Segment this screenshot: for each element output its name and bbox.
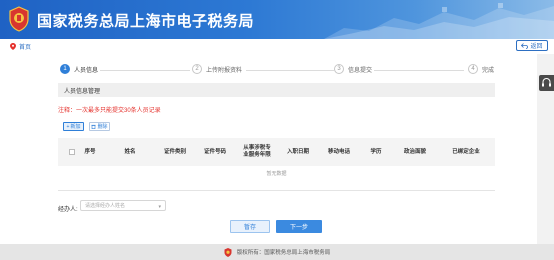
main-content: 1 人员信息 2 上传附报资料 3 信息提交 4 完成 人员信息管理 注释：一次… xyxy=(0,54,537,240)
add-button[interactable]: + 新加 xyxy=(63,122,84,131)
col-service-years: 从事涉税专业服务年限 xyxy=(243,145,271,158)
col-id-number: 证件号码 xyxy=(203,149,226,155)
breadcrumb: 首页 返回 xyxy=(0,39,554,54)
headset-icon xyxy=(542,77,551,87)
step-1: 1 人员信息 xyxy=(60,64,99,74)
delete-button[interactable]: 删除 xyxy=(89,122,110,131)
step-3-number: 3 xyxy=(334,64,344,74)
chevron-down-icon: ▾ xyxy=(158,204,161,210)
add-button-label: 新加 xyxy=(70,124,81,130)
step-2-number: 2 xyxy=(192,64,202,74)
great-wall-decoration xyxy=(324,3,554,39)
customer-service-button[interactable] xyxy=(539,75,554,91)
breadcrumb-home[interactable]: 首页 xyxy=(10,42,31,51)
site-footer: 版权所有：国家税务总局上海市税务局 xyxy=(0,244,554,260)
col-political-status: 政治面貌 xyxy=(403,149,426,155)
step-3: 3 信息提交 xyxy=(334,64,373,74)
step-connector xyxy=(246,70,336,71)
handler-placeholder: 请选择经办人姓名 xyxy=(85,203,126,209)
step-2: 2 上传附报资料 xyxy=(192,64,243,74)
step-connector xyxy=(374,70,464,71)
col-index: 序号 xyxy=(84,149,96,155)
personnel-table-header: 序号 姓名 证件类别 证件号码 从事涉税专业服务年限 入职日期 移动电话 学历 … xyxy=(58,138,495,166)
step-2-label: 上传附报资料 xyxy=(206,67,243,74)
step-4: 4 完成 xyxy=(468,64,495,74)
handler-label: 经办人: xyxy=(58,207,78,213)
col-name: 姓名 xyxy=(124,149,136,155)
col-id-type: 证件类别 xyxy=(163,149,186,155)
trash-icon xyxy=(91,124,97,129)
footer-copyright: 版权所有：国家税务总局上海市税务局 xyxy=(236,250,331,256)
site-header: 国家税务总局上海市电子税务局 xyxy=(0,0,554,39)
table-divider xyxy=(58,190,495,191)
col-bound-company: 已绑定企业 xyxy=(452,149,480,155)
back-button[interactable]: 返回 xyxy=(516,40,548,51)
plus-icon: + xyxy=(66,123,70,130)
tax-emblem-icon xyxy=(9,6,29,32)
step-progress: 1 人员信息 2 上传附报资料 3 信息提交 4 完成 xyxy=(56,64,496,76)
select-all-checkbox[interactable] xyxy=(69,149,75,155)
next-step-button[interactable]: 下一步 xyxy=(276,220,322,233)
col-education: 学历 xyxy=(370,149,382,155)
location-pin-icon xyxy=(10,43,16,50)
tax-emblem-icon xyxy=(224,247,232,257)
step-3-label: 信息提交 xyxy=(348,67,373,74)
save-draft-button[interactable]: 暂存 xyxy=(230,220,270,233)
breadcrumb-home-label: 首页 xyxy=(19,45,32,51)
back-button-label: 返回 xyxy=(530,44,543,50)
step-1-label: 人员信息 xyxy=(74,67,99,74)
step-4-number: 4 xyxy=(468,64,478,74)
step-4-label: 完成 xyxy=(482,67,495,74)
step-connector xyxy=(100,70,190,71)
limit-note: 注释：一次最多只能提交30条人员记录 xyxy=(58,108,161,114)
col-entry-date: 入职日期 xyxy=(286,149,309,155)
handler-select[interactable]: 请选择经办人姓名 ▾ xyxy=(80,200,166,211)
return-arrow-icon xyxy=(521,42,529,49)
section-title: 人员信息管理 xyxy=(58,83,495,97)
empty-table-message: 暂无数据 xyxy=(266,171,287,177)
delete-button-label: 删除 xyxy=(97,124,108,130)
site-title: 国家税务总局上海市电子税务局 xyxy=(37,13,255,30)
step-1-number: 1 xyxy=(60,64,70,74)
col-mobile: 移动电话 xyxy=(327,149,350,155)
